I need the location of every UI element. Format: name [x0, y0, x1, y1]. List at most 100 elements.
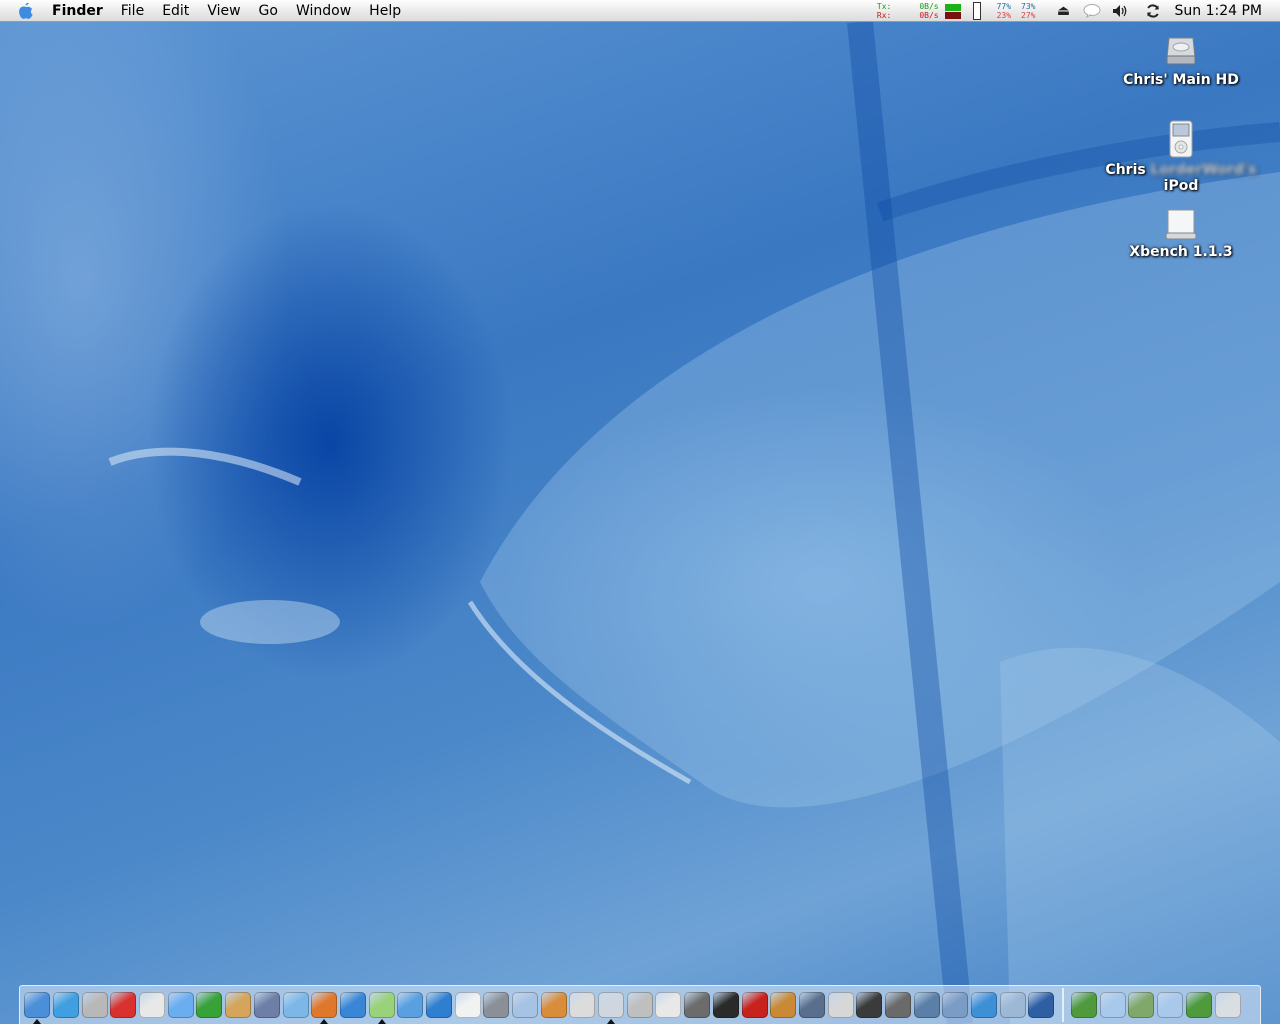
- trash-icon: [1214, 992, 1241, 1018]
- dock-item[interactable]: [1070, 988, 1099, 1022]
- tx-label: Tx:: [876, 2, 892, 11]
- dock-item[interactable]: [310, 988, 339, 1024]
- network-monitor-labels[interactable]: Tx: Rx:: [877, 2, 891, 20]
- dock-item[interactable]: [52, 988, 81, 1022]
- dock-item[interactable]: [970, 988, 999, 1022]
- system-preferences-icon: [483, 992, 510, 1018]
- sync-icon[interactable]: [1142, 0, 1164, 22]
- menu-finder[interactable]: Finder: [50, 0, 112, 22]
- app-folder-icon: [1128, 992, 1155, 1018]
- dock-apps-section: [23, 988, 1056, 1024]
- dock-item[interactable]: [683, 988, 712, 1022]
- dictionary-icon: [167, 992, 194, 1018]
- clapperboard-icon: [827, 992, 854, 1018]
- menu-go[interactable]: Go: [250, 0, 287, 22]
- stat-bottom: 23%: [996, 11, 1012, 20]
- desktop[interactable]: Chris' Main HD Chris LorderWord's iPod X…: [0, 22, 1280, 1024]
- dock-item[interactable]: [253, 988, 282, 1022]
- calculator-icon: [626, 992, 653, 1018]
- lifesaver-icon: [110, 992, 137, 1018]
- newspaper-icon: [81, 992, 108, 1018]
- dock-item[interactable]: [166, 988, 195, 1022]
- dock-item[interactable]: [339, 988, 368, 1022]
- dock-item[interactable]: [138, 988, 167, 1022]
- dock-item[interactable]: [884, 988, 913, 1022]
- rx-rate: 0B/s: [919, 11, 939, 20]
- cpu-stats-2[interactable]: 73% 27%: [1021, 2, 1035, 20]
- address-book-icon: [225, 992, 252, 1018]
- dock-item[interactable]: [769, 988, 798, 1022]
- desktop-icon-xbench[interactable]: Xbench 1.1.3: [1101, 208, 1261, 260]
- ichat-status-icon[interactable]: [1081, 0, 1103, 22]
- desktop-icon-ipod[interactable]: Chris LorderWord's iPod: [1101, 120, 1261, 194]
- dock-item[interactable]: [195, 988, 224, 1022]
- dock-item[interactable]: [367, 988, 396, 1024]
- dock-item[interactable]: [826, 988, 855, 1022]
- disk-image-icon: [1164, 208, 1198, 240]
- final-cut-icon: [856, 992, 883, 1018]
- dock-item[interactable]: [1027, 988, 1056, 1022]
- apple-logo-icon: [598, 992, 625, 1018]
- dock-item[interactable]: [998, 988, 1027, 1022]
- dock-item[interactable]: [482, 988, 511, 1022]
- dock-item[interactable]: [396, 988, 425, 1022]
- dock-documents-section: [1070, 988, 1242, 1022]
- menu-clock[interactable]: Sun 1:24 PM: [1167, 3, 1280, 19]
- network-utility-icon: [913, 992, 940, 1018]
- dock-item[interactable]: [855, 988, 884, 1022]
- mtv-icon: [339, 992, 366, 1018]
- menu-edit[interactable]: Edit: [153, 0, 198, 22]
- iphoto-icon: [540, 992, 567, 1018]
- menu-help[interactable]: Help: [360, 0, 410, 22]
- dock-item[interactable]: [539, 988, 568, 1022]
- dock-item[interactable]: [1156, 988, 1185, 1022]
- dock-item[interactable]: [654, 988, 683, 1022]
- menu-view[interactable]: View: [198, 0, 249, 22]
- dock-item[interactable]: [109, 988, 138, 1022]
- ipod-owner-last-name-blurred: LorderWord's: [1150, 162, 1257, 178]
- eject-icon[interactable]: ⏏: [1053, 0, 1075, 22]
- dock-item[interactable]: [941, 988, 970, 1022]
- dock-item[interactable]: [712, 988, 741, 1022]
- quicktime-icon: [971, 992, 998, 1018]
- cpu-stats-1[interactable]: 77% 23%: [997, 2, 1011, 20]
- dock-item[interactable]: [511, 988, 540, 1022]
- dock-item[interactable]: [1185, 988, 1214, 1022]
- flash-icon: [741, 992, 768, 1018]
- dock-item[interactable]: [224, 988, 253, 1022]
- itunes-icon: [368, 992, 395, 1018]
- excel-document-icon: [1185, 992, 1212, 1018]
- network-monitor-rates[interactable]: 0B/s 0B/s: [919, 2, 938, 20]
- dock-item[interactable]: [597, 988, 626, 1024]
- mail-icon: [512, 992, 539, 1018]
- firefox-icon: [311, 992, 338, 1018]
- volume-icon[interactable]: [1109, 0, 1131, 22]
- dock-item[interactable]: [1127, 988, 1156, 1022]
- tx-rate: 0B/s: [919, 2, 939, 11]
- dock-item[interactable]: [425, 988, 454, 1022]
- apple-icon[interactable]: [18, 2, 36, 20]
- ical-icon: [454, 992, 481, 1018]
- menu-file[interactable]: File: [112, 0, 153, 22]
- dock-item[interactable]: [1098, 988, 1127, 1022]
- finder-icon: [24, 992, 51, 1018]
- dock-item[interactable]: [798, 988, 827, 1022]
- dock-item[interactable]: [740, 988, 769, 1022]
- stat-top: 77%: [996, 2, 1012, 11]
- dock-item[interactable]: [453, 988, 482, 1022]
- desktop-icon-label-line1: Chris LorderWord's: [1101, 162, 1261, 178]
- dock-item[interactable]: [625, 988, 654, 1022]
- rx-label: Rx:: [876, 11, 892, 20]
- dock-item[interactable]: [1213, 988, 1242, 1022]
- tree-icon: [196, 992, 223, 1018]
- menu-window[interactable]: Window: [287, 0, 360, 22]
- stat-bottom: 27%: [1021, 11, 1036, 20]
- dock-item[interactable]: [912, 988, 941, 1022]
- desktop-icon-label: Xbench 1.1.3: [1129, 244, 1233, 260]
- dock-item[interactable]: [80, 988, 109, 1022]
- dock-item[interactable]: [23, 988, 52, 1024]
- desktop-icon-main-hd[interactable]: Chris' Main HD: [1101, 32, 1261, 88]
- dock-item[interactable]: [568, 988, 597, 1022]
- dock-item[interactable]: [281, 988, 310, 1022]
- memory-gauge[interactable]: [972, 2, 981, 20]
